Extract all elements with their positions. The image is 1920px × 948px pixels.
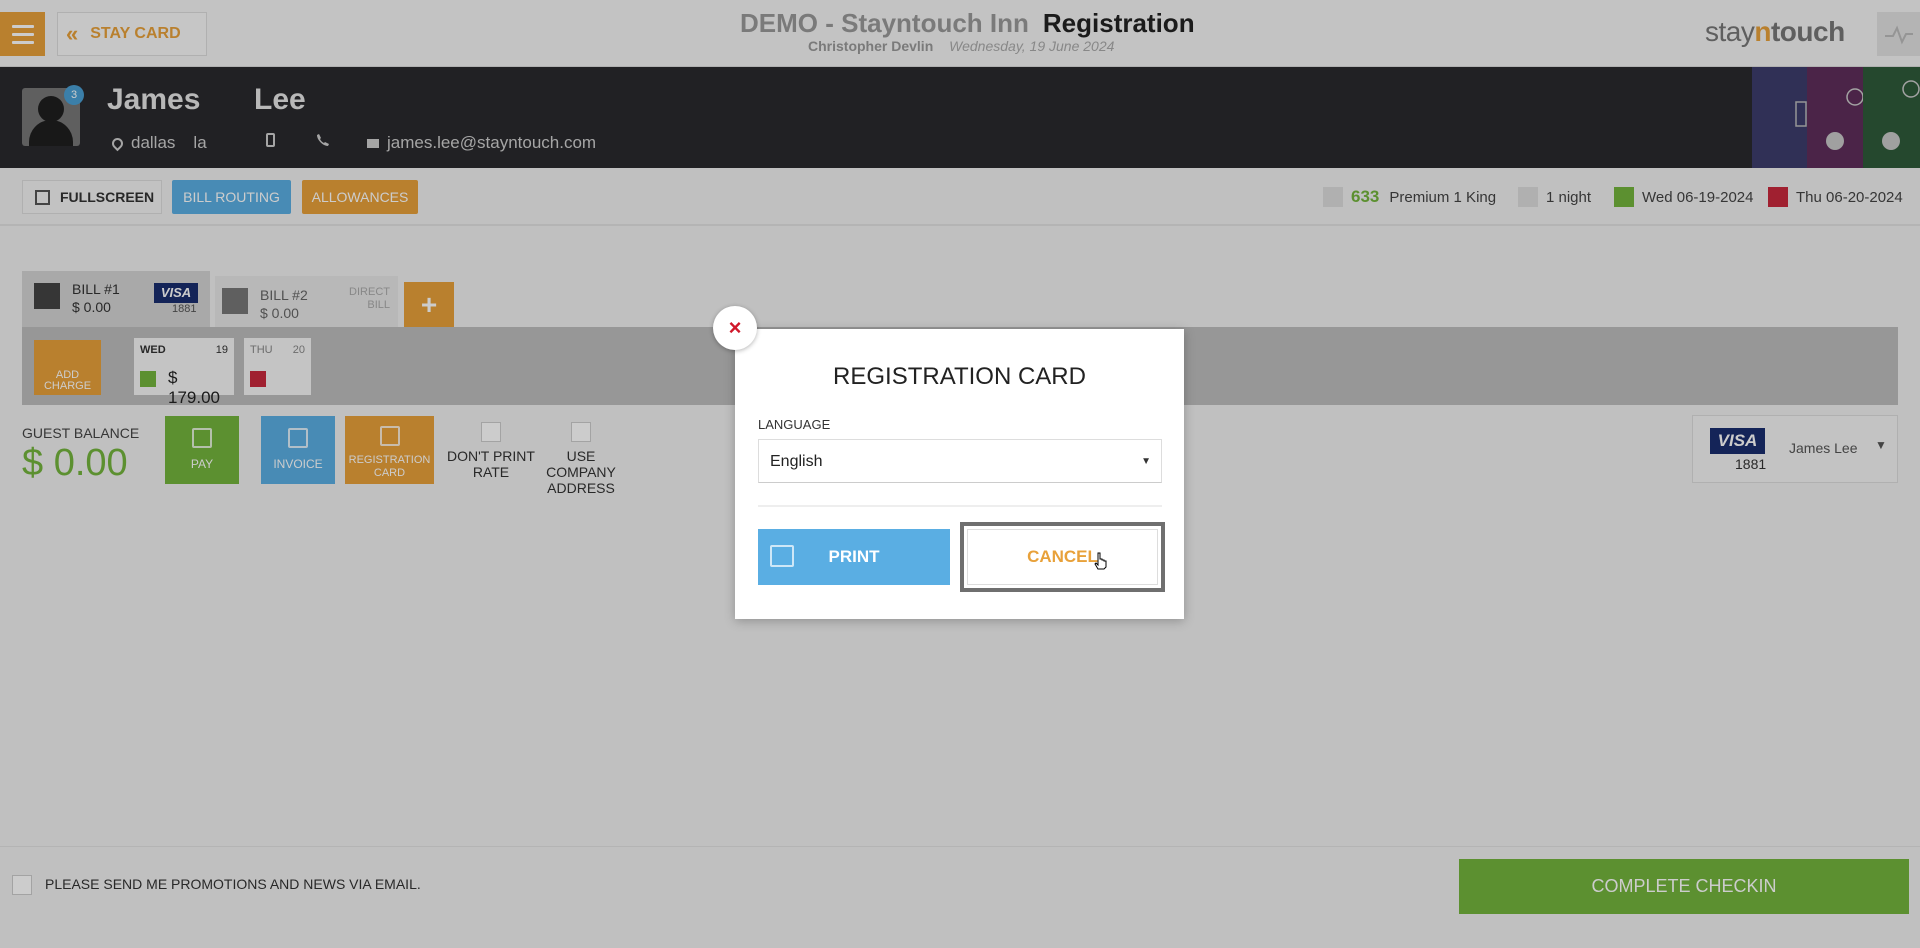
language-value: English xyxy=(770,453,823,470)
print-label: PRINT xyxy=(828,547,880,566)
registration-card-modal: REGISTRATION CARD LANGUAGE English ▼ PRI… xyxy=(735,329,1184,619)
printer-icon xyxy=(770,545,794,567)
hand-cursor-icon xyxy=(1094,552,1107,570)
close-icon[interactable]: × xyxy=(713,306,757,350)
modal-title: REGISTRATION CARD xyxy=(833,363,1086,390)
cancel-label: CANCEL xyxy=(967,529,1158,585)
caret-down-icon: ▼ xyxy=(1141,456,1151,467)
language-select[interactable]: English ▼ xyxy=(758,439,1162,483)
modal-divider xyxy=(758,505,1162,507)
language-label: LANGUAGE xyxy=(758,417,831,432)
print-button[interactable]: PRINT xyxy=(758,529,950,585)
cancel-button[interactable]: CANCEL xyxy=(960,522,1165,592)
